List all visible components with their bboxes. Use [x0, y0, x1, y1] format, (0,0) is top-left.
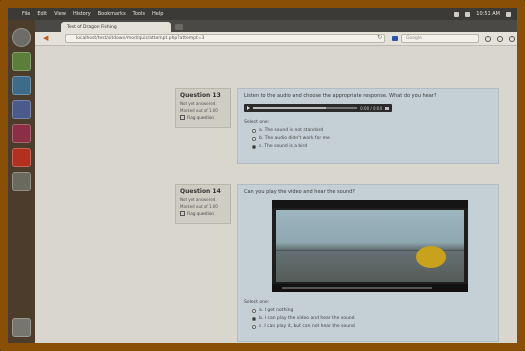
option-label: c. The sound is a bird: [259, 144, 308, 149]
navigation-bar: ◀ localhost/test/sitdown/mod/quiz/attemp…: [35, 32, 517, 46]
question-text: Can you play the video and hear the soun…: [244, 189, 355, 195]
radio-button[interactable]: [252, 128, 256, 133]
video-frame-image[interactable]: [276, 210, 464, 282]
search-placeholder: Google: [406, 36, 422, 41]
url-bar[interactable]: localhost/test/sitdown/mod/quiz/attempt.…: [65, 34, 385, 43]
flag-icon: [180, 211, 185, 216]
audio-progress-fill: [253, 107, 326, 109]
files-icon[interactable]: [12, 52, 31, 71]
option-label: b. The audio didn't work for me: [259, 136, 330, 141]
question-number: Question 14: [180, 188, 221, 195]
video-player[interactable]: [272, 200, 468, 292]
menu-edit[interactable]: Edit: [37, 11, 47, 17]
option-label: a. The sound is not standard: [259, 128, 324, 133]
launcher: [8, 20, 35, 343]
menu-help[interactable]: Help: [152, 11, 163, 17]
trash-icon[interactable]: [12, 318, 31, 337]
menu-bookmarks[interactable]: Bookmarks: [98, 11, 126, 17]
question-body: Listen to the audio and choose the appro…: [237, 88, 499, 164]
power-icon[interactable]: [506, 11, 511, 17]
video-title-bar: [272, 200, 468, 208]
system-tray: 10:51 AM: [454, 11, 517, 17]
radio-button-checked[interactable]: [252, 316, 256, 321]
question-text: Listen to the audio and choose the appro…: [244, 93, 437, 99]
radio-button[interactable]: [252, 136, 256, 141]
video-yellow-ball: [416, 246, 446, 268]
menu-view[interactable]: View: [54, 11, 66, 17]
question-marks: Marked out of 1.00: [180, 204, 218, 209]
question-info: Question 14 Not yet answered Marked out …: [175, 184, 231, 224]
browser-tab[interactable]: Test of Dragon Fishing: [61, 22, 171, 32]
question-status: Not yet answered: [180, 101, 216, 106]
browser-icon[interactable]: [12, 76, 31, 95]
radio-button-checked[interactable]: [252, 144, 256, 149]
answer-option[interactable]: a. The sound is not standard: [252, 128, 492, 133]
menu-bar: File Edit View History Bookmarks Tools H…: [8, 11, 163, 17]
flag-question-button[interactable]: Flag question: [180, 211, 226, 216]
menu-icon[interactable]: [509, 36, 515, 42]
audio-player[interactable]: 0:00 / 0:04: [244, 104, 392, 112]
new-tab-button[interactable]: [175, 24, 183, 30]
text-editor-icon[interactable]: [12, 100, 31, 119]
answer-option[interactable]: a. I get nothing: [252, 308, 492, 313]
select-one-label: Select one:: [244, 300, 270, 305]
answer-option[interactable]: b. I can play the video and hear the sou…: [252, 316, 492, 321]
question-status: Not yet answered: [180, 197, 216, 202]
menu-tools[interactable]: Tools: [133, 11, 145, 17]
question-body: Can you play the video and hear the soun…: [237, 184, 499, 342]
audio-progress-bar[interactable]: [253, 107, 358, 109]
calculator-icon[interactable]: [12, 124, 31, 143]
top-panel: File Edit View History Bookmarks Tools H…: [8, 8, 517, 20]
audio-time: 0:00 / 0:04: [360, 105, 382, 111]
reload-icon[interactable]: ↻: [377, 35, 382, 41]
screen: File Edit View History Bookmarks Tools H…: [8, 8, 517, 343]
select-one-label: Select one:: [244, 120, 270, 125]
workspaces-icon[interactable]: [12, 172, 31, 191]
clock[interactable]: 10:51 AM: [476, 11, 500, 17]
answer-option[interactable]: c. The sound is a bird: [252, 144, 492, 149]
back-arrow-icon[interactable]: ◀: [43, 35, 48, 42]
url-text: localhost/test/sitdown/mod/quiz/attempt.…: [76, 36, 205, 41]
answer-option[interactable]: b. The audio didn't work for me: [252, 136, 492, 141]
question-number: Question 13: [180, 92, 221, 99]
search-engine-icon[interactable]: [392, 36, 398, 41]
play-icon[interactable]: [247, 106, 250, 110]
option-label: b. I can play the video and hear the sou…: [259, 316, 355, 321]
tab-strip: Test of Dragon Fishing: [35, 20, 517, 32]
flag-question-button[interactable]: Flag question: [180, 115, 226, 120]
question-marks: Marked out of 1.00: [180, 108, 218, 113]
page-content: Question 13 Not yet answered Marked out …: [35, 46, 517, 343]
video-controls[interactable]: [272, 284, 468, 292]
flag-label: Flag question: [187, 211, 214, 216]
software-center-icon[interactable]: [12, 148, 31, 167]
question-info: Question 13 Not yet answered Marked out …: [175, 88, 231, 128]
volume-icon[interactable]: [385, 106, 389, 110]
menu-history[interactable]: History: [73, 11, 91, 17]
video-progress-bar[interactable]: [282, 287, 432, 289]
answer-option[interactable]: c. I can play it, but can not hear the s…: [252, 324, 492, 329]
home-icon[interactable]: [497, 36, 503, 42]
search-icon[interactable]: [485, 36, 491, 42]
radio-button[interactable]: [252, 308, 256, 313]
network-icon[interactable]: [454, 11, 460, 17]
option-label: a. I get nothing: [259, 308, 294, 313]
dash-home-icon[interactable]: [12, 28, 31, 47]
search-bar[interactable]: Google: [401, 34, 479, 43]
flag-label: Flag question: [187, 115, 214, 120]
browser-window: Test of Dragon Fishing ◀ localhost/test/…: [35, 20, 517, 343]
flag-icon: [180, 115, 185, 120]
menu-file[interactable]: File: [22, 11, 30, 17]
option-label: c. I can play it, but can not hear the s…: [259, 324, 355, 329]
tab-title: Test of Dragon Fishing: [67, 24, 117, 30]
volume-icon[interactable]: [465, 11, 471, 17]
radio-button[interactable]: [252, 324, 256, 329]
